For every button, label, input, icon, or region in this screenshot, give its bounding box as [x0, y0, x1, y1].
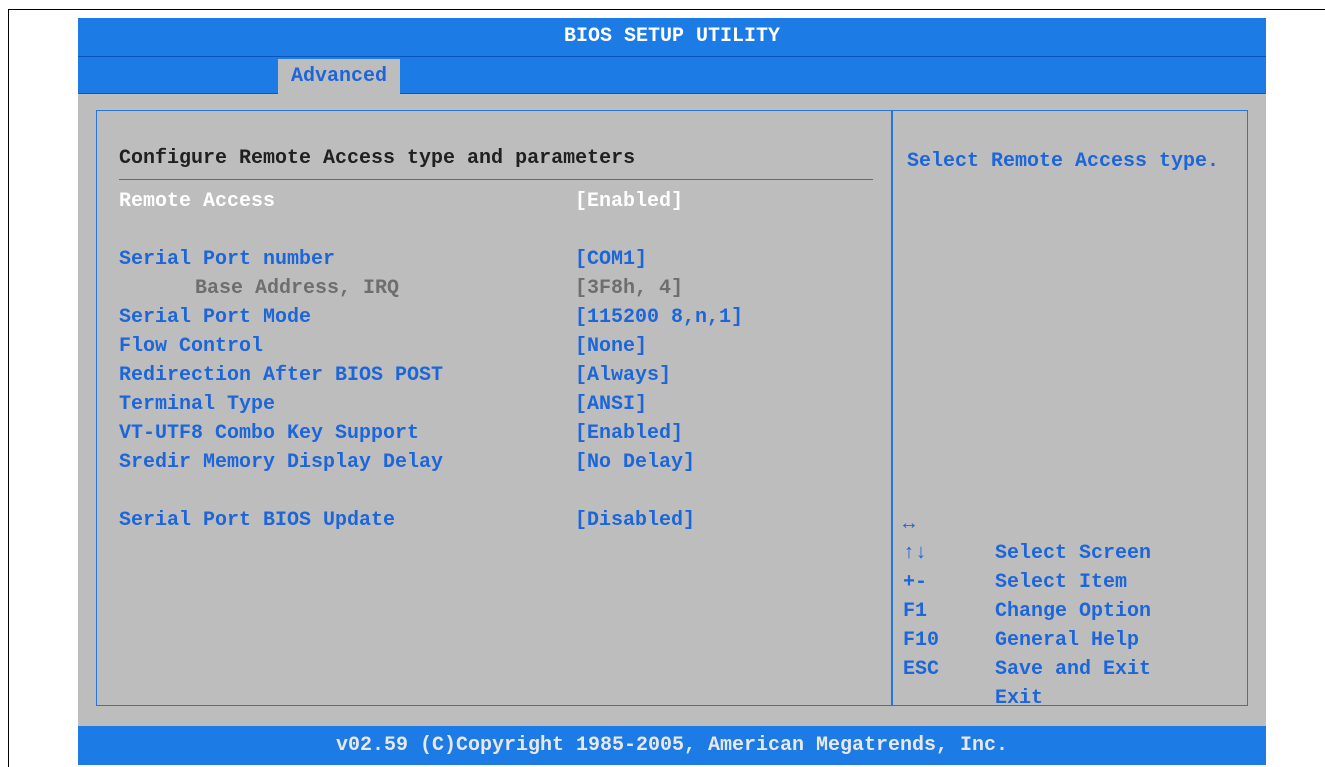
key-legend: ↔ Select Screen ↑↓ Select Item +- Change… [903, 481, 1243, 710]
setting-label: Terminal Type [119, 393, 276, 416]
window-title: BIOS SETUP UTILITY [563, 25, 781, 48]
setting-serial-port-bios-update[interactable]: Serial Port BIOS Update [Disabled] [119, 507, 695, 535]
key-legend-row: ↑↓ Select Item [903, 510, 1243, 594]
section-divider [119, 179, 873, 180]
setting-value: [3F8h, 4] [575, 277, 684, 300]
setting-serial-port-mode[interactable]: Serial Port Mode [115200 8,n,1] [119, 304, 743, 332]
key-legend-row: ↔ Select Screen [903, 481, 1243, 565]
key-legend-row: ESC Exit [903, 626, 1243, 710]
copyright-footer: v02.59 (C)Copyright 1985-2005, American … [78, 726, 1266, 765]
setting-redirection-after-post[interactable]: Redirection After BIOS POST [Always] [119, 362, 671, 390]
setting-value[interactable]: [Enabled] [575, 188, 683, 216]
setting-value[interactable]: [Enabled] [575, 420, 683, 448]
setting-value[interactable]: [115200 8,n,1] [575, 304, 743, 332]
setting-vt-utf8-combo-key[interactable]: VT-UTF8 Combo Key Support [Enabled] [119, 420, 683, 448]
copyright-text: v02.59 (C)Copyright 1985-2005, American … [335, 734, 1009, 757]
setting-value[interactable]: [Disabled] [575, 507, 695, 535]
setting-label: Flow Control [119, 335, 264, 358]
setting-terminal-type[interactable]: Terminal Type [ANSI] [119, 391, 647, 419]
setting-remote-access[interactable]: Remote Access [Enabled] [119, 188, 683, 216]
tab-bar: Advanced [78, 56, 1266, 94]
setting-label: VT-UTF8 Combo Key Support [119, 422, 420, 445]
setting-base-address-irq: Base Address, IRQ [3F8h, 4] [119, 275, 683, 303]
key-legend-row: F10 Save and Exit [903, 597, 1243, 681]
setting-label: Redirection After BIOS POST [119, 364, 444, 387]
section-title: Configure Remote Access type and paramet… [119, 147, 636, 170]
setting-label: Serial Port BIOS Update [119, 509, 396, 532]
settings-panel: Configure Remote Access type and paramet… [96, 110, 892, 706]
key-legend-row: +- Change Option [903, 539, 1243, 623]
setting-label: Serial Port number [119, 248, 336, 271]
help-panel: Select Remote Access type. ↔ Select Scre… [892, 110, 1248, 710]
setting-serial-port-number[interactable]: Serial Port number [COM1] [119, 246, 647, 274]
key-legend-row: F1 General Help [903, 568, 1243, 652]
help-description: Select Remote Access type. [907, 150, 1220, 173]
setting-value[interactable]: [No Delay] [575, 449, 695, 477]
tab-advanced[interactable]: Advanced [278, 59, 401, 94]
setting-flow-control[interactable]: Flow Control [None] [119, 333, 647, 361]
setting-label: Serial Port Mode [119, 306, 312, 329]
key-description: Save and Exit [995, 658, 1152, 681]
setting-value[interactable]: [None] [575, 333, 647, 361]
key-description: Exit [995, 687, 1044, 710]
setting-label: Sredir Memory Display Delay [119, 451, 444, 474]
setting-value[interactable]: [COM1] [575, 246, 647, 274]
setting-sredir-memory-delay[interactable]: Sredir Memory Display Delay [No Delay] [119, 449, 695, 477]
title-bar: BIOS SETUP UTILITY [78, 18, 1266, 56]
setting-label: Base Address, IRQ [195, 277, 400, 300]
key-name: ESC [903, 658, 940, 681]
bios-setup-window: BIOS SETUP UTILITY Advanced Configure Re… [78, 18, 1266, 765]
setting-label: Remote Access [119, 190, 276, 213]
setting-value[interactable]: [Always] [575, 362, 671, 390]
setting-value[interactable]: [ANSI] [575, 391, 647, 419]
